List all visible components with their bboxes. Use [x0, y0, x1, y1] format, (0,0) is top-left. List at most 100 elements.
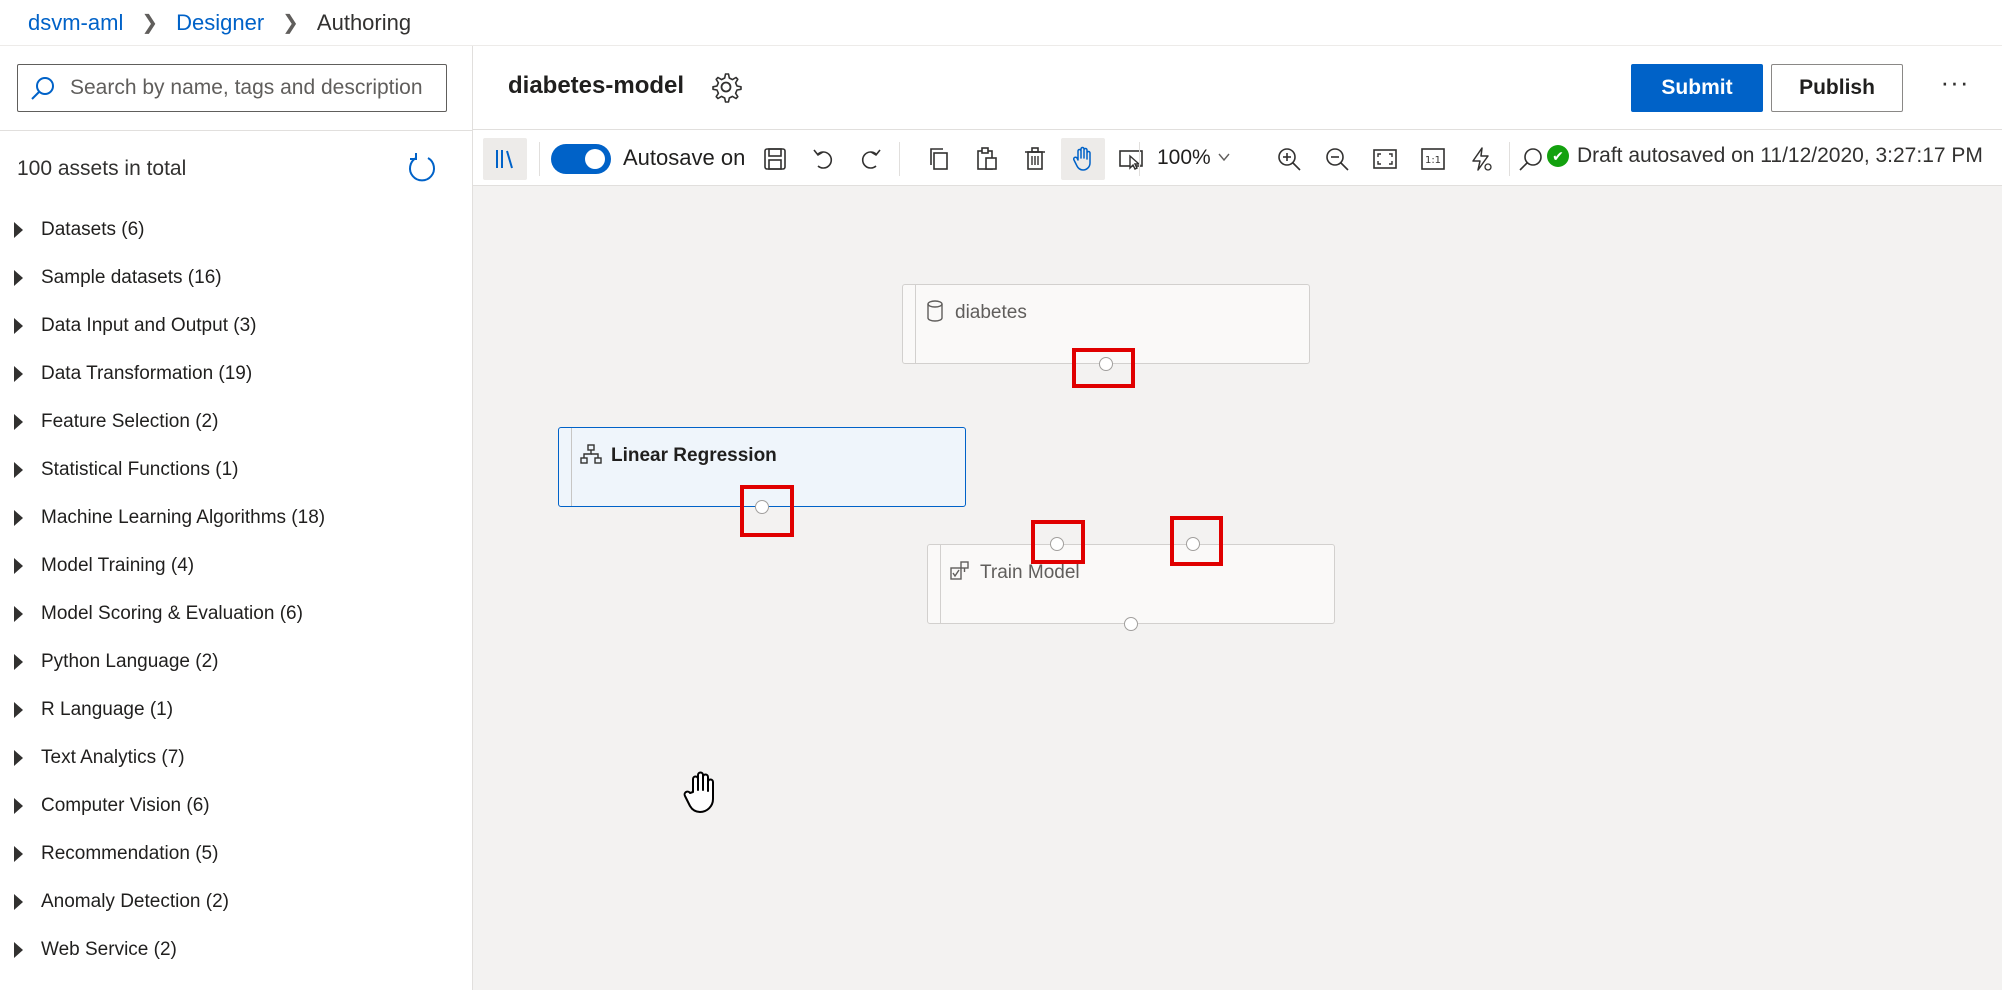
undo-icon: [813, 149, 833, 169]
canvas-toolbar: Autosave on 100% 1:1 ✔ Draft autosaved o…: [473, 130, 2002, 186]
save-button[interactable]: [753, 138, 797, 180]
tree-item-model-scoring[interactable]: Model Scoring & Evaluation (6): [0, 590, 473, 638]
redo-button[interactable]: [849, 138, 893, 180]
pipeline-title: diabetes-model: [508, 72, 685, 99]
highlight-box-train-model-left-input: [1031, 520, 1085, 564]
caret-right-icon: [14, 798, 23, 814]
assets-total-count: 100 assets in total: [17, 157, 187, 180]
breadcrumb-designer-link[interactable]: Designer: [176, 10, 264, 36]
zoom-in-button[interactable]: [1267, 138, 1311, 180]
tree-item-statistical-functions[interactable]: Statistical Functions (1): [0, 446, 473, 494]
asset-library-panel: 100 assets in total Datasets (6) Sample …: [0, 46, 473, 990]
delete-button[interactable]: [1013, 138, 1057, 180]
fit-to-screen-button[interactable]: [1363, 138, 1407, 180]
redo-icon: [861, 149, 881, 169]
tree-item-ml-algorithms[interactable]: Machine Learning Algorithms (18): [0, 494, 473, 542]
zoom-in-icon: [1278, 148, 1301, 171]
refresh-icon[interactable]: [406, 152, 438, 184]
breadcrumb: dsvm-aml ❯ Designer ❯ Authoring: [0, 0, 2002, 46]
node-strip: [940, 545, 941, 623]
divider: [0, 130, 473, 131]
breadcrumb-workspace-link[interactable]: dsvm-aml: [28, 10, 123, 36]
chevron-right-icon: ❯: [141, 12, 159, 34]
asset-category-tree: Datasets (6) Sample datasets (16) Data I…: [0, 206, 473, 974]
select-icon: [1119, 150, 1143, 170]
search-input[interactable]: [70, 76, 440, 100]
tree-item-data-transformation[interactable]: Data Transformation (19): [0, 350, 473, 398]
autosave-toggle[interactable]: [551, 144, 611, 174]
node-label: Linear Regression: [611, 445, 777, 466]
caret-right-icon: [14, 942, 23, 958]
caret-right-icon: [14, 654, 23, 670]
pipeline-canvas[interactable]: diabetes Linear Regression Train Model: [473, 186, 2002, 990]
highlight-box-diabetes-output: [1072, 348, 1135, 388]
module-node-train-model[interactable]: Train Model: [927, 537, 1335, 631]
tree-item-r-language[interactable]: R Language (1): [0, 686, 473, 734]
paste-button[interactable]: [965, 138, 1009, 180]
publish-button[interactable]: Publish: [1771, 64, 1903, 112]
auto-layout-button[interactable]: [1459, 138, 1503, 180]
node-label: Train Model: [980, 562, 1080, 583]
search-icon: [1519, 148, 1542, 171]
tree-item-datasets[interactable]: Datasets (6): [0, 206, 473, 254]
zoom-level[interactable]: 100%: [1157, 146, 1211, 170]
tree-item-computer-vision[interactable]: Computer Vision (6): [0, 782, 473, 830]
toolbar-separator: [1139, 142, 1140, 176]
svg-text:1:1: 1:1: [1425, 155, 1441, 166]
train-module-icon: [950, 561, 969, 580]
toolbar-separator: [899, 142, 900, 176]
caret-right-icon: [14, 510, 23, 526]
hand-cursor-icon: [683, 771, 714, 813]
paste-icon: [977, 147, 997, 170]
submit-button[interactable]: Submit: [1631, 64, 1763, 112]
caret-right-icon: [14, 318, 23, 334]
library-icon: [496, 150, 513, 169]
more-options-button[interactable]: ···: [1933, 69, 1977, 106]
search-box[interactable]: [17, 64, 447, 112]
select-mode-button[interactable]: [1109, 138, 1153, 180]
node-strip: [571, 428, 572, 506]
toolbar-separator: [539, 142, 540, 176]
caret-right-icon: [14, 222, 23, 238]
caret-right-icon: [14, 366, 23, 382]
caret-right-icon: [14, 414, 23, 430]
node-label: diabetes: [955, 302, 1027, 323]
zoom-out-button[interactable]: [1315, 138, 1359, 180]
tree-item-web-service[interactable]: Web Service (2): [0, 926, 473, 974]
fit-screen-icon: [1373, 149, 1397, 169]
tree-item-data-input-output[interactable]: Data Input and Output (3): [0, 302, 473, 350]
undo-button[interactable]: [801, 138, 845, 180]
dataset-icon: [927, 300, 943, 322]
asset-library-toggle-button[interactable]: [483, 138, 527, 180]
actual-size-icon: 1:1: [1421, 148, 1445, 170]
tree-item-feature-selection[interactable]: Feature Selection (2): [0, 398, 473, 446]
caret-right-icon: [14, 894, 23, 910]
trash-icon: [1025, 147, 1045, 170]
hand-icon: [1072, 146, 1091, 171]
autosave-status-text: Draft autosaved on 11/12/2020, 3:27:17 P…: [1577, 144, 1983, 167]
caret-right-icon: [14, 558, 23, 574]
copy-button[interactable]: [917, 138, 961, 180]
output-port[interactable]: [1124, 617, 1138, 631]
gear-icon[interactable]: [710, 71, 742, 103]
tree-item-sample-datasets[interactable]: Sample datasets (16): [0, 254, 473, 302]
node-strip: [915, 285, 916, 363]
tree-item-python-language[interactable]: Python Language (2): [0, 638, 473, 686]
caret-right-icon: [14, 270, 23, 286]
pipeline-header: diabetes-model Submit Publish ···: [473, 46, 2002, 130]
chevron-down-icon[interactable]: [1217, 150, 1231, 164]
search-icon: [31, 77, 54, 100]
caret-right-icon: [14, 702, 23, 718]
tree-item-model-training[interactable]: Model Training (4): [0, 542, 473, 590]
tree-item-recommendation[interactable]: Recommendation (5): [0, 830, 473, 878]
autosave-status: ✔ Draft autosaved on 11/12/2020, 3:27:17…: [1547, 144, 1983, 168]
toggle-knob: [585, 149, 605, 169]
caret-right-icon: [14, 846, 23, 862]
caret-right-icon: [14, 462, 23, 478]
highlight-box-train-model-right-input: [1170, 516, 1223, 566]
tree-item-text-analytics[interactable]: Text Analytics (7): [0, 734, 473, 782]
save-icon: [764, 148, 786, 170]
pan-mode-button[interactable]: [1061, 138, 1105, 180]
actual-size-button[interactable]: 1:1: [1411, 138, 1455, 180]
tree-item-anomaly-detection[interactable]: Anomaly Detection (2): [0, 878, 473, 926]
